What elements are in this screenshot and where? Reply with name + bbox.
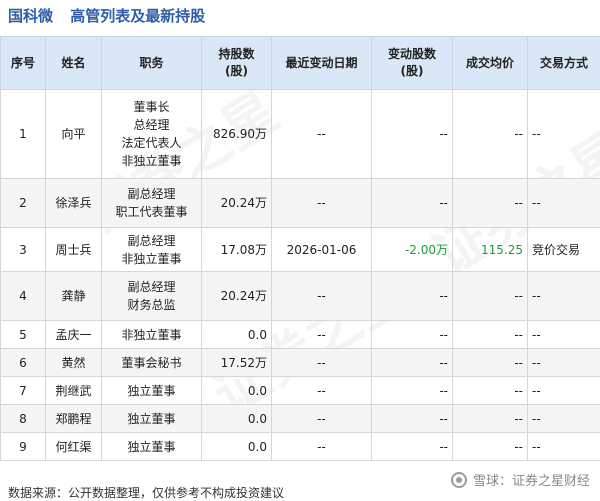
company-name: 国科微 bbox=[8, 7, 54, 25]
cell-name: 龚静 bbox=[45, 271, 102, 321]
cell-no: 1 bbox=[0, 89, 46, 179]
cell-method: -- bbox=[527, 376, 600, 405]
table-row: 3 周士兵 副总经理 非独立董事 17.08万 2026-01-06 -2.00万… bbox=[0, 227, 600, 272]
cell-shares: 0.0 bbox=[201, 404, 272, 433]
cell-no: 5 bbox=[0, 320, 46, 349]
cell-shares: 0.0 bbox=[201, 432, 272, 461]
cell-date: -- bbox=[271, 178, 372, 228]
cell-role: 非独立董事 bbox=[101, 320, 202, 349]
cell-no: 4 bbox=[0, 271, 46, 321]
cell-change: -- bbox=[371, 271, 453, 321]
cell-change: -- bbox=[371, 348, 453, 377]
cell-no: 2 bbox=[0, 178, 46, 228]
cell-no: 9 bbox=[0, 432, 46, 461]
col-header-method: 交易方式 bbox=[527, 36, 600, 90]
col-header-change: 变动股数 (股) bbox=[371, 36, 453, 90]
cell-change: -- bbox=[371, 404, 453, 433]
cell-name: 黄然 bbox=[45, 348, 102, 377]
cell-price: -- bbox=[452, 404, 528, 433]
table-row: 7 荆继武 独立董事 0.0 -- -- -- -- bbox=[0, 376, 600, 405]
cell-name: 孟庆一 bbox=[45, 320, 102, 349]
cell-price: -- bbox=[452, 376, 528, 405]
cell-no: 6 bbox=[0, 348, 46, 377]
cell-method: -- bbox=[527, 178, 600, 228]
cell-method: -- bbox=[527, 404, 600, 433]
cell-date: -- bbox=[271, 432, 372, 461]
cell-method: -- bbox=[527, 320, 600, 349]
cell-change: -2.00万 bbox=[371, 227, 453, 272]
cell-date: -- bbox=[271, 404, 372, 433]
table-row: 4 龚静 副总经理 财务总监 20.24万 -- -- -- -- bbox=[0, 271, 600, 321]
cell-shares: 17.08万 bbox=[201, 227, 272, 272]
cell-date: -- bbox=[271, 320, 372, 349]
cell-shares: 826.90万 bbox=[201, 89, 272, 179]
cell-name: 周士兵 bbox=[45, 227, 102, 272]
executive-table: 序号 姓名 职务 持股数 (股) 最近变动日期 变动股数 (股) 成交均价 交易… bbox=[0, 36, 600, 461]
cell-price: -- bbox=[452, 178, 528, 228]
cell-name: 郑鹏程 bbox=[45, 404, 102, 433]
col-header-price: 成交均价 bbox=[452, 36, 528, 90]
cell-role: 董事会秘书 bbox=[101, 348, 202, 377]
cell-price: -- bbox=[452, 348, 528, 377]
cell-date: -- bbox=[271, 376, 372, 405]
table-row: 1 向平 董事长 总经理 法定代表人 非独立董事 826.90万 -- -- -- … bbox=[0, 89, 600, 179]
brand-label: 雪球：证券之星财经 bbox=[472, 474, 590, 489]
cell-name: 何红渠 bbox=[45, 432, 102, 461]
cell-price: -- bbox=[452, 432, 528, 461]
cell-role: 副总经理 财务总监 bbox=[101, 271, 202, 321]
cell-role: 副总经理 非独立董事 bbox=[101, 227, 202, 272]
col-header-no: 序号 bbox=[0, 36, 46, 90]
cell-no: 8 bbox=[0, 404, 46, 433]
col-header-role: 职务 bbox=[101, 36, 202, 90]
cell-shares: 0.0 bbox=[201, 320, 272, 349]
cell-role: 独立董事 bbox=[101, 404, 202, 433]
cell-name: 荆继武 bbox=[45, 376, 102, 405]
cell-change: -- bbox=[371, 320, 453, 349]
data-source-note: 数据来源：公开数据整理，仅供参考不构成投资建议 bbox=[8, 486, 285, 500]
cell-role: 独立董事 bbox=[101, 376, 202, 405]
cell-price: 115.25 bbox=[452, 227, 528, 272]
cell-shares: 0.0 bbox=[201, 376, 272, 405]
cell-no: 3 bbox=[0, 227, 46, 272]
brand-watermark: 雪球：证券之星财经 bbox=[450, 470, 590, 489]
cell-method: 竞价交易 bbox=[527, 227, 600, 272]
cell-shares: 17.52万 bbox=[201, 348, 272, 377]
cell-change: -- bbox=[371, 432, 453, 461]
cell-no: 7 bbox=[0, 376, 46, 405]
cell-date: -- bbox=[271, 89, 372, 179]
cell-role: 独立董事 bbox=[101, 432, 202, 461]
page-title: 国科微 高管列表及最新持股 bbox=[8, 5, 205, 27]
cell-role: 董事长 总经理 法定代表人 非独立董事 bbox=[101, 89, 202, 179]
table-title: 高管列表及最新持股 bbox=[70, 7, 206, 25]
table-row: 5 孟庆一 非独立董事 0.0 -- -- -- -- bbox=[0, 320, 600, 349]
table-row: 6 黄然 董事会秘书 17.52万 -- -- -- -- bbox=[0, 348, 600, 377]
cell-price: -- bbox=[452, 320, 528, 349]
cell-change: -- bbox=[371, 178, 453, 228]
cell-date: -- bbox=[271, 348, 372, 377]
table-row: 2 徐泽兵 副总经理 职工代表董事 20.24万 -- -- -- -- bbox=[0, 178, 600, 228]
table-row: 9 何红渠 独立董事 0.0 -- -- -- -- bbox=[0, 432, 600, 461]
cell-price: -- bbox=[452, 271, 528, 321]
cell-shares: 20.24万 bbox=[201, 271, 272, 321]
cell-change: -- bbox=[371, 376, 453, 405]
col-header-date: 最近变动日期 bbox=[271, 36, 372, 90]
cell-name: 徐泽兵 bbox=[45, 178, 102, 228]
col-header-shares: 持股数 (股) bbox=[201, 36, 272, 90]
cell-method: -- bbox=[527, 432, 600, 461]
cell-change: -- bbox=[371, 89, 453, 179]
cell-shares: 20.24万 bbox=[201, 178, 272, 228]
cell-date: 2026-01-06 bbox=[271, 227, 372, 272]
cell-role: 副总经理 职工代表董事 bbox=[101, 178, 202, 228]
cell-date: -- bbox=[271, 271, 372, 321]
table-header-row: 序号 姓名 职务 持股数 (股) 最近变动日期 变动股数 (股) 成交均价 交易… bbox=[0, 36, 600, 90]
col-header-name: 姓名 bbox=[45, 36, 102, 90]
table-row: 8 郑鹏程 独立董事 0.0 -- -- -- -- bbox=[0, 404, 600, 433]
cell-name: 向平 bbox=[45, 89, 102, 179]
cell-method: -- bbox=[527, 348, 600, 377]
cell-method: -- bbox=[527, 271, 600, 321]
snowball-logo-icon bbox=[450, 471, 467, 488]
cell-price: -- bbox=[452, 89, 528, 179]
cell-method: -- bbox=[527, 89, 600, 179]
